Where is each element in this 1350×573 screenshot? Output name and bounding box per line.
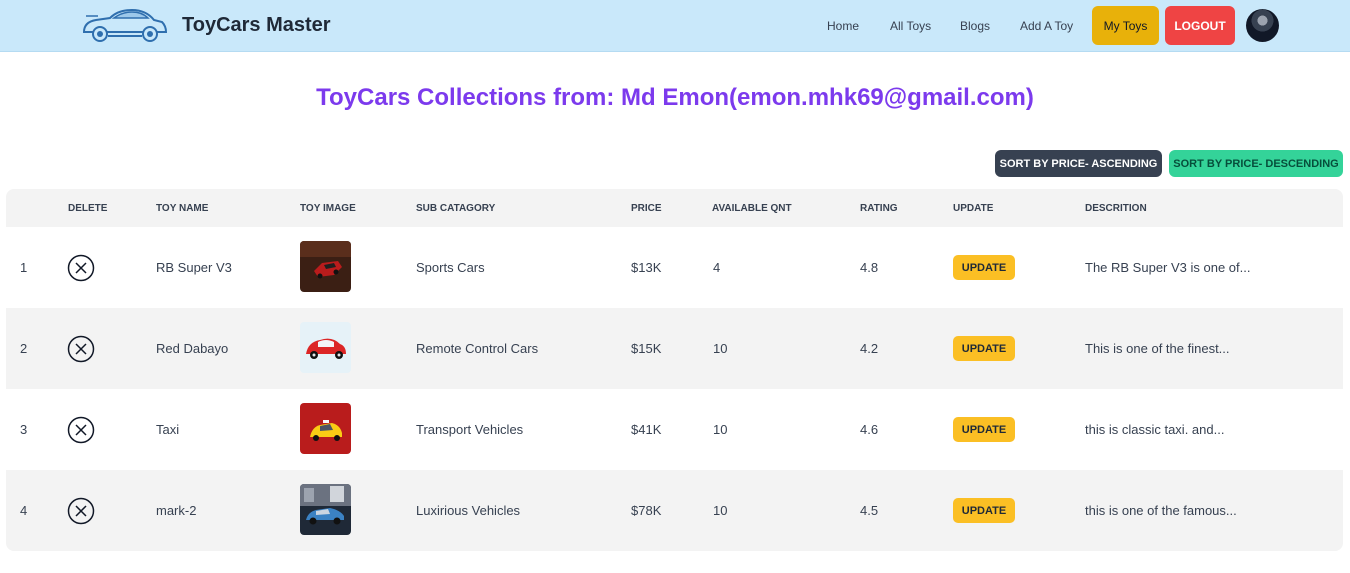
red-beetle-car-photo [300, 322, 351, 373]
price: $13K [631, 260, 662, 275]
blue-vintage-car-photo [300, 484, 351, 535]
toy-car-logo-icon[interactable] [80, 6, 168, 44]
rating: 4.5 [860, 503, 879, 518]
delete-icon[interactable] [67, 497, 95, 525]
row-index: 3 [20, 422, 28, 437]
sub-category: Remote Control Cars [416, 341, 539, 356]
toy-name: Red Dabayo [156, 341, 229, 356]
header-available-qnt: AVAILABLE QNT [712, 203, 792, 214]
toy-name: Taxi [156, 422, 180, 437]
header-rating: RATING [860, 203, 898, 214]
delete-icon[interactable] [67, 254, 95, 282]
available-quantity: 10 [713, 503, 728, 518]
description: This is one of the finest... [1085, 341, 1230, 356]
row-index: 1 [20, 260, 28, 275]
page-title: ToyCars Collections from: Md Emon(emon.m… [316, 84, 1034, 111]
header-description: DESCRITION [1085, 203, 1147, 214]
brand-title[interactable]: ToyCars Master [182, 14, 331, 37]
table-row: 1 RB Super V3 Sports Cars $13K 4 4.8 UPD… [6, 227, 1343, 308]
sort-ascending-button[interactable]: SORT BY PRICE- ASCENDING [995, 150, 1162, 177]
description: The RB Super V3 is one of... [1085, 260, 1251, 275]
table-header: DELETE TOY NAME TOY IMAGE SUB CATAGORY P… [6, 189, 1343, 227]
header-toy-name: TOY NAME [156, 203, 209, 214]
navbar: ToyCars Master Home All Toys Blogs Add A… [0, 0, 1350, 52]
sub-category: Sports Cars [416, 260, 485, 275]
description: this is classic taxi. and... [1085, 422, 1225, 437]
user-avatar-icon[interactable] [1246, 9, 1279, 42]
price: $41K [631, 422, 662, 437]
toy-name: mark-2 [156, 503, 197, 518]
nav-all-toys[interactable]: All Toys [890, 19, 931, 33]
table-row: 4 mark-2 Luxirious Vehicles $78K 10 4.5 … [6, 470, 1343, 551]
header-toy-image: TOY IMAGE [300, 203, 356, 214]
nav-blogs[interactable]: Blogs [960, 19, 990, 33]
table-row: 2 Red Dabayo Remote Control Cars $15K 10… [6, 308, 1343, 389]
row-index: 4 [20, 503, 28, 518]
rating: 4.2 [860, 341, 879, 356]
delete-icon[interactable] [67, 416, 95, 444]
row-index: 2 [20, 341, 28, 356]
description: this is one of the famous... [1085, 503, 1237, 518]
price: $15K [631, 341, 662, 356]
update-button[interactable]: UPDATE [953, 336, 1015, 361]
toys-table: DELETE TOY NAME TOY IMAGE SUB CATAGORY P… [6, 189, 1343, 551]
update-button[interactable]: UPDATE [953, 498, 1015, 523]
logout-button[interactable]: LOGOUT [1165, 6, 1235, 45]
sub-category: Luxirious Vehicles [416, 503, 521, 518]
toy-name: RB Super V3 [156, 260, 232, 275]
header-update: UPDATE [953, 203, 994, 214]
sort-descending-button[interactable]: SORT BY PRICE- DESCENDING [1169, 150, 1343, 177]
available-quantity: 4 [713, 260, 721, 275]
update-button[interactable]: UPDATE [953, 417, 1015, 442]
table-row: 3 Taxi Transport Vehicles $41K 10 4.6 UP… [6, 389, 1343, 470]
update-button[interactable]: UPDATE [953, 255, 1015, 280]
available-quantity: 10 [713, 341, 728, 356]
header-price: PRICE [631, 203, 662, 214]
nav-add-toy[interactable]: Add A Toy [1020, 19, 1073, 33]
rating: 4.8 [860, 260, 879, 275]
rating: 4.6 [860, 422, 879, 437]
sub-category: Transport Vehicles [416, 422, 524, 437]
price: $78K [631, 503, 662, 518]
red-sports-car-photo [300, 241, 351, 292]
available-quantity: 10 [713, 422, 728, 437]
header-delete: DELETE [68, 203, 108, 214]
nav-home[interactable]: Home [827, 19, 859, 33]
delete-icon[interactable] [67, 335, 95, 363]
header-sub-category: SUB CATAGORY [416, 203, 496, 214]
yellow-taxi-photo [300, 403, 351, 454]
my-toys-button[interactable]: My Toys [1092, 6, 1159, 45]
